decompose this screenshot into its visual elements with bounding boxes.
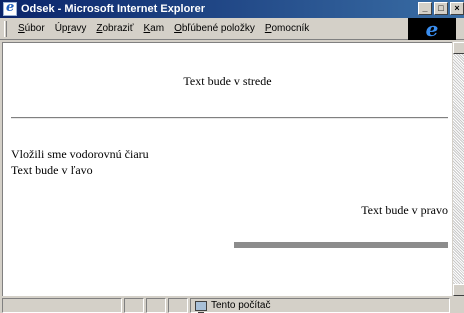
page-content: Text bude v strede Vložili sme vodorovnú… [2, 42, 452, 296]
menu-pomocnik[interactable]: Pomocník [260, 23, 314, 34]
window-title: Odsek - Microsoft Internet Explorer [21, 3, 205, 15]
maximize-button[interactable]: □ [434, 2, 448, 15]
ie-logo-icon: e [425, 17, 439, 41]
menu-zobrazit[interactable]: Zobraziť [91, 23, 138, 34]
horizontal-rule-right [234, 242, 448, 248]
scroll-up-button[interactable] [453, 42, 464, 54]
status-panel-progress [124, 298, 144, 313]
toolbar-grip[interactable] [4, 20, 7, 37]
title-bar: Odsek - Microsoft Internet Explorer _ □ … [0, 0, 464, 18]
computer-icon [195, 300, 207, 313]
menu-upravy[interactable]: Úpravy [50, 23, 92, 34]
center-text: Text bude v strede [183, 74, 272, 88]
menu-bar: Súbor Úpravy Zobraziť Kam Obľúbené polož… [0, 18, 464, 40]
close-button[interactable]: × [450, 2, 464, 15]
status-panel-main [2, 298, 122, 313]
menu-oblubene-polozky[interactable]: Obľúbené položky [169, 23, 260, 34]
status-zone: Tento počítač [190, 298, 450, 313]
scroll-down-button[interactable] [453, 284, 464, 296]
vertical-scrollbar[interactable] [452, 42, 464, 296]
menu-kam[interactable]: Kam [139, 23, 170, 34]
menu-subor[interactable]: Súbor [13, 23, 50, 34]
right-aligned-text: Text bude v pravo [361, 203, 448, 217]
status-panel-lock [146, 298, 166, 313]
status-bar: Tento počítač [0, 298, 464, 313]
horizontal-rule-full [11, 117, 448, 119]
left-text-line2: Text bude v ľavo [11, 163, 93, 177]
window-controls: _ □ × [418, 2, 464, 15]
status-panel-extra [168, 298, 188, 313]
ie-icon [3, 0, 17, 16]
ie-throbber-icon: e [408, 18, 456, 40]
zone-label: Tento počítač [211, 300, 271, 311]
minimize-button[interactable]: _ [418, 2, 432, 15]
left-text-line1: Vložili sme vodorovnú čiaru [11, 147, 149, 161]
